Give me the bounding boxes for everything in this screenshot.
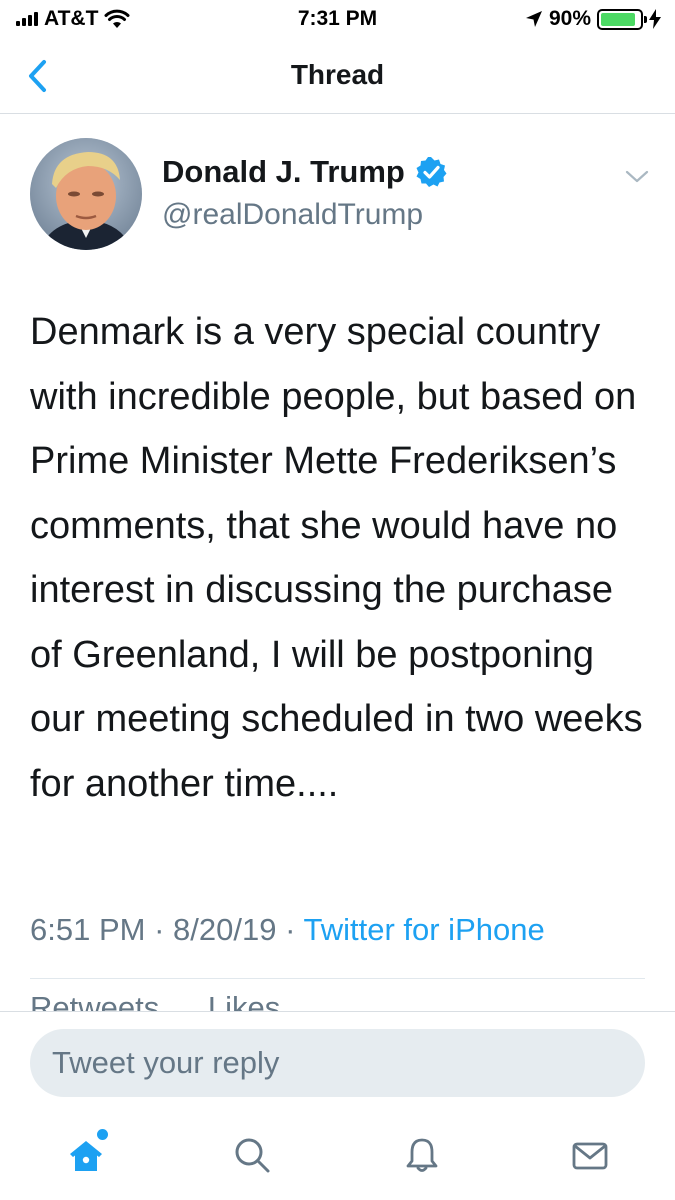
search-icon (235, 1138, 270, 1173)
battery-cap (644, 15, 647, 23)
tab-search[interactable] (222, 1127, 282, 1183)
tab-notifications[interactable] (392, 1127, 452, 1183)
tab-home[interactable] (56, 1127, 116, 1183)
location-icon (525, 11, 542, 27)
notification-dot (97, 1129, 108, 1140)
author-handle[interactable]: @realDonaldTrump (162, 198, 423, 232)
page-title: Thread (290, 59, 385, 90)
tweet-text: Denmark is a very special country with i… (30, 311, 643, 805)
tweet-stats-row: Retweets Likes (30, 990, 280, 1012)
nav-bar: Thread (0, 42, 675, 114)
bell-icon (406, 1138, 438, 1172)
charging-icon (649, 9, 661, 29)
avatar[interactable] (30, 138, 142, 250)
tweet-meta: 6:51 PM · 8/20/19 · Twitter for iPhone (30, 912, 545, 948)
meta-separator: · (154, 912, 165, 947)
avatar-image (30, 138, 142, 250)
chevron-down-icon[interactable] (624, 166, 650, 186)
home-icon (70, 1141, 102, 1171)
battery-percent: 90% (548, 7, 591, 30)
likes-label[interactable]: Likes (208, 990, 280, 1012)
tab-messages[interactable] (560, 1127, 620, 1183)
battery-icon (597, 8, 647, 30)
reply-input[interactable]: Tweet your reply (30, 1029, 645, 1097)
mail-icon (572, 1142, 608, 1170)
author-name-row: Donald J. Trump (162, 154, 447, 190)
author-name[interactable]: Donald J. Trump (162, 154, 405, 190)
battery-fill (601, 12, 636, 26)
verified-badge-icon (416, 157, 447, 187)
tab-bar (0, 1111, 675, 1200)
tweet-source-link[interactable]: Twitter for iPhone (303, 912, 544, 947)
reply-bar: Tweet your reply (0, 1011, 675, 1111)
retweets-label[interactable]: Retweets (30, 990, 159, 1012)
tweet-time: 6:51 PM (30, 912, 146, 947)
status-right: 90% (525, 7, 661, 31)
tweet-date: 8/20/19 (173, 912, 277, 947)
meta-separator: · (285, 912, 296, 947)
divider (30, 978, 645, 979)
status-bar: AT&T 7:31 PM 90% (0, 0, 675, 40)
